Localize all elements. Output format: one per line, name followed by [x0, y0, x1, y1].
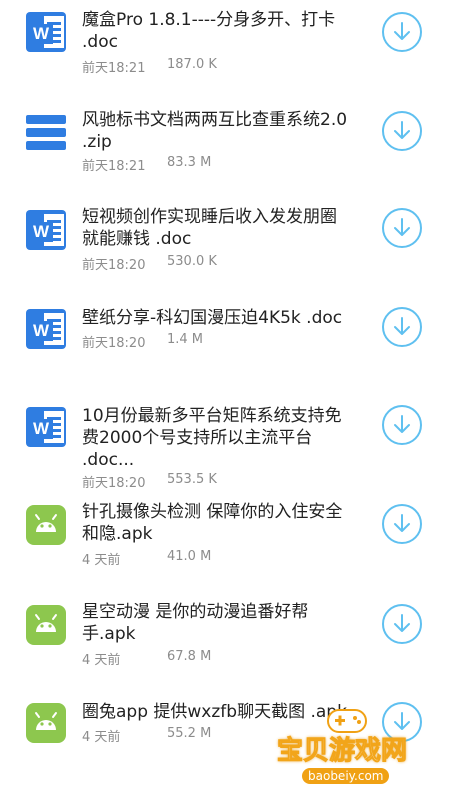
file-size: 83.3 M [167, 155, 212, 170]
file-time: 前天18:21 [82, 159, 146, 174]
android-apk-icon [26, 605, 66, 645]
file-name: 针孔摄像头检测 保障你的入住安全 和隐.apk [82, 502, 343, 544]
download-arrow-icon [394, 121, 410, 139]
file-size: 55.2 M [167, 726, 212, 741]
file-time: 前天18:21 [82, 61, 146, 76]
download-arrow-icon [394, 22, 410, 40]
file-size: 530.0 K [167, 254, 217, 269]
download-button[interactable] [382, 405, 422, 445]
watermark-url: baobeiy.com [302, 768, 390, 784]
file-meta: 前天18:20 553.5 K [82, 472, 217, 491]
zip-archive-icon [26, 113, 66, 153]
file-size: 553.5 K [167, 472, 217, 487]
file-item[interactable]: 星空动漫 是你的动漫追番好帮 手.apk 4 天前 67.8 M [0, 596, 450, 686]
file-size: 187.0 K [167, 57, 217, 72]
android-apk-icon [26, 703, 66, 743]
file-meta: 4 天前 41.0 M [82, 549, 211, 568]
file-time: 4 天前 [82, 653, 121, 668]
file-meta: 前天18:20 530.0 K [82, 254, 217, 273]
file-size: 67.8 M [167, 649, 212, 664]
download-button[interactable] [382, 604, 422, 644]
download-button[interactable] [382, 504, 422, 544]
file-name: 星空动漫 是你的动漫追番好帮 手.apk [82, 602, 309, 644]
file-meta: 前天18:21 187.0 K [82, 57, 217, 76]
file-size: 1.4 M [167, 332, 204, 347]
download-arrow-icon [394, 317, 410, 335]
word-doc-icon: W [26, 12, 66, 52]
file-item[interactable]: W 魔盒Pro 1.8.1----分身多开、打卡 .doc 前天18:21 18… [0, 0, 450, 90]
download-button[interactable] [382, 12, 422, 52]
download-arrow-icon [394, 514, 410, 532]
file-name: 魔盒Pro 1.8.1----分身多开、打卡 .doc [82, 10, 336, 52]
download-arrow-icon [394, 218, 410, 236]
file-time: 前天18:20 [82, 258, 146, 273]
file-time: 前天18:20 [82, 336, 146, 351]
file-meta: 前天18:21 83.3 M [82, 155, 211, 174]
file-size: 41.0 M [167, 549, 212, 564]
watermark-text: 宝贝游戏网 [276, 736, 408, 767]
file-name: 短视频创作实现睡后收入发发朋圈 就能赚钱 .doc [82, 207, 337, 249]
file-item[interactable]: W 短视频创作实现睡后收入发发朋圈 就能赚钱 .doc 前天18:20 530.… [0, 200, 450, 290]
file-meta: 4 天前 55.2 M [82, 726, 211, 745]
download-arrow-icon [394, 614, 410, 632]
file-item[interactable]: 风驰标书文档两两互比查重系统2.0 .zip 前天18:21 83.3 M [0, 100, 450, 190]
file-meta: 前天18:20 1.4 M [82, 332, 203, 351]
word-doc-icon: W [26, 407, 66, 447]
file-item[interactable]: W 壁纸分享-科幻国漫压迫4K5k .doc 前天18:20 1.4 M [0, 300, 450, 390]
word-doc-icon: W [26, 309, 66, 349]
download-arrow-icon [394, 415, 410, 433]
file-time: 前天18:20 [82, 476, 146, 491]
file-time: 4 天前 [82, 553, 121, 568]
file-name: 风驰标书文档两两互比查重系统2.0 .zip [82, 110, 348, 152]
word-doc-icon: W [26, 210, 66, 250]
file-time: 4 天前 [82, 730, 121, 745]
download-button[interactable] [382, 208, 422, 248]
file-item[interactable]: W 10月份最新多平台矩阵系统支持免 费2000个号支持所以主流平台 .doc.… [0, 400, 450, 492]
android-apk-icon [26, 505, 66, 545]
gamepad-icon [327, 709, 367, 733]
file-name: 壁纸分享-科幻国漫压迫4K5k .doc [82, 308, 343, 328]
file-meta: 4 天前 67.8 M [82, 649, 211, 668]
download-button[interactable] [382, 307, 422, 347]
file-name: 10月份最新多平台矩阵系统支持免 费2000个号支持所以主流平台 .doc... [82, 406, 342, 470]
file-item[interactable]: 针孔摄像头检测 保障你的入住安全 和隐.apk 4 天前 41.0 M [0, 496, 450, 586]
download-button[interactable] [382, 111, 422, 151]
site-watermark: 宝贝游戏网 baobeiy.com [272, 702, 422, 786]
